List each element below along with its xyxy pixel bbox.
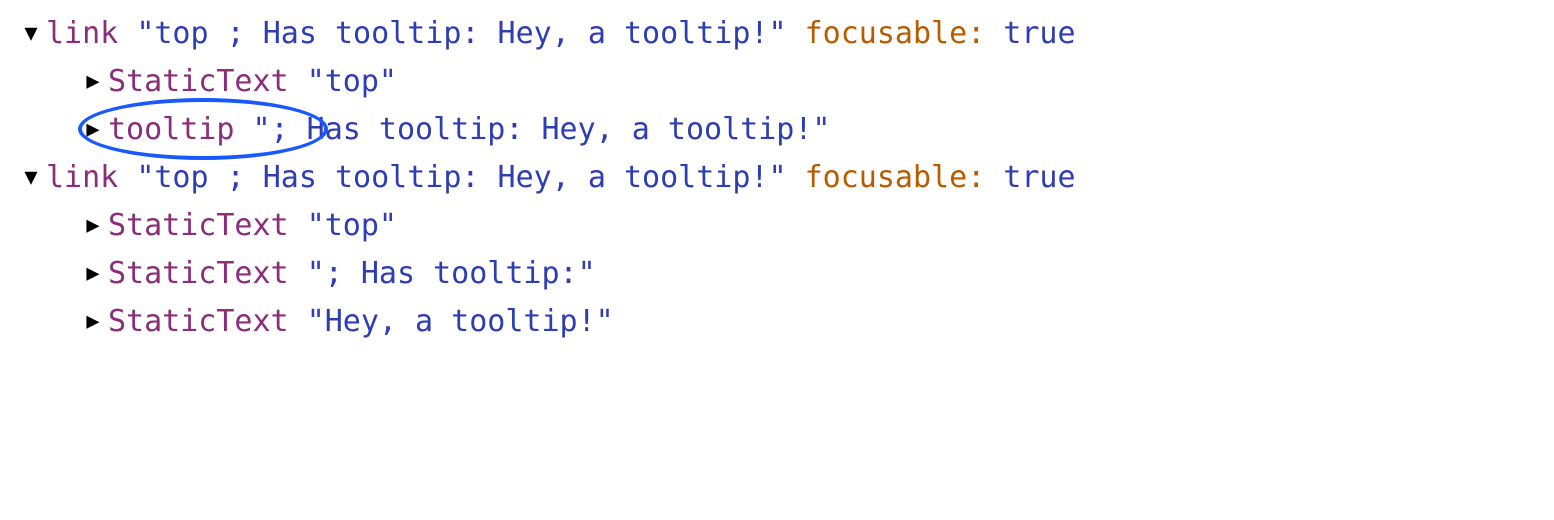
spacer <box>234 106 252 154</box>
spacer <box>118 154 136 202</box>
spacer <box>289 202 307 250</box>
ax-role: StaticText <box>108 58 289 106</box>
ax-attr-value: true <box>1003 154 1075 202</box>
tree-row[interactable]: ▼ link "top ; Has tooltip: Hey, a toolti… <box>20 154 1534 202</box>
tree-row[interactable]: ▶ StaticText "top" <box>20 58 1534 106</box>
spacer <box>985 154 1003 202</box>
ax-attr-value: true <box>1003 10 1075 58</box>
ax-role: StaticText <box>108 298 289 346</box>
expand-arrow-icon[interactable]: ▶ <box>82 64 104 99</box>
spacer <box>289 250 307 298</box>
ax-role: StaticText <box>108 250 289 298</box>
spacer <box>985 10 1003 58</box>
spacer <box>289 298 307 346</box>
tree-row[interactable]: ▶ StaticText "top" <box>20 202 1534 250</box>
ax-role: tooltip <box>108 106 234 154</box>
expand-arrow-icon[interactable]: ▼ <box>20 16 42 51</box>
tree-row[interactable]: ▶ StaticText "; Has tooltip:" <box>20 250 1534 298</box>
ax-name: "; Has tooltip: Hey, a tooltip!" <box>253 106 831 154</box>
spacer <box>787 154 805 202</box>
ax-name: "top ; Has tooltip: Hey, a tooltip!" <box>136 10 786 58</box>
ax-attr-key: focusable <box>805 154 968 202</box>
expand-arrow-icon[interactable]: ▶ <box>82 112 104 147</box>
colon: : <box>967 10 985 58</box>
ax-role: StaticText <box>108 202 289 250</box>
spacer <box>118 10 136 58</box>
expand-arrow-icon[interactable]: ▶ <box>82 256 104 291</box>
expand-arrow-icon[interactable]: ▶ <box>82 304 104 339</box>
ax-attr-key: focusable <box>805 10 968 58</box>
ax-role: link <box>46 154 118 202</box>
expand-arrow-icon[interactable]: ▼ <box>20 160 42 195</box>
ax-name: "; Has tooltip:" <box>307 250 596 298</box>
expand-arrow-icon[interactable]: ▶ <box>82 208 104 243</box>
ax-name: "Hey, a tooltip!" <box>307 298 614 346</box>
colon: : <box>967 154 985 202</box>
spacer <box>787 10 805 58</box>
tree-row[interactable]: ▶ tooltip "; Has tooltip: Hey, a tooltip… <box>20 106 1534 154</box>
ax-name: "top" <box>307 58 397 106</box>
ax-name: "top" <box>307 202 397 250</box>
spacer <box>289 58 307 106</box>
ax-name: "top ; Has tooltip: Hey, a tooltip!" <box>136 154 786 202</box>
ax-role: link <box>46 10 118 58</box>
tree-row[interactable]: ▶ StaticText "Hey, a tooltip!" <box>20 298 1534 346</box>
tree-row[interactable]: ▼ link "top ; Has tooltip: Hey, a toolti… <box>20 10 1534 58</box>
